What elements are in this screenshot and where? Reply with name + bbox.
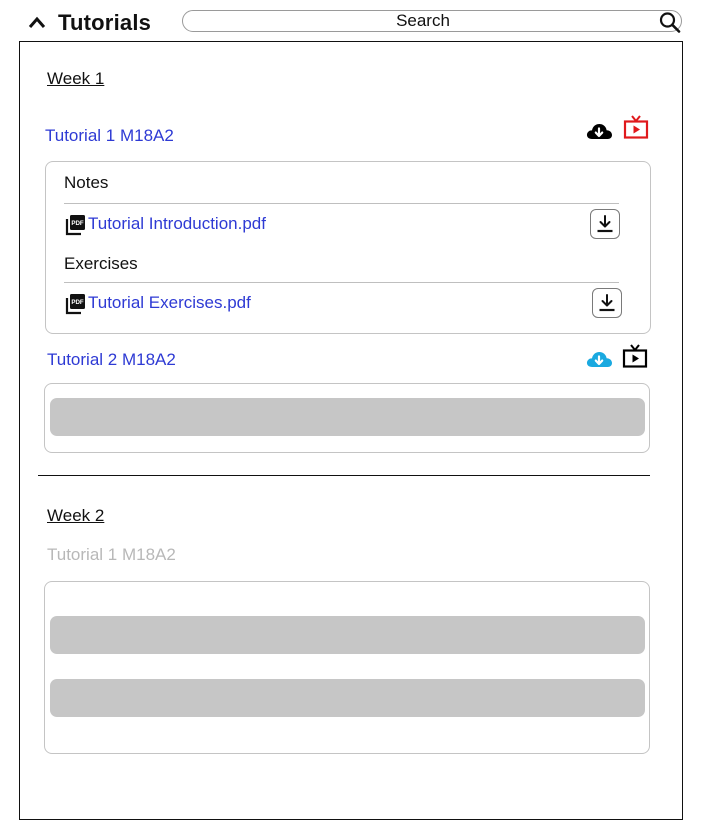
tv-play-icon[interactable]	[622, 343, 648, 369]
search-input[interactable]	[193, 11, 653, 31]
search-icon[interactable]	[659, 11, 681, 33]
chevron-up-icon[interactable]	[28, 15, 46, 29]
loading-placeholder	[50, 398, 645, 436]
week-heading: Week 2	[47, 506, 105, 525]
tutorial-link[interactable]: Tutorial 1 M18A2	[45, 126, 174, 146]
section-divider	[64, 203, 619, 204]
page-title: Tutorials	[58, 10, 152, 35]
loading-placeholder	[50, 616, 645, 654]
download-button[interactable]	[590, 209, 620, 239]
tutorial-link: Tutorial 1 M18A2	[47, 545, 176, 564]
search-bar	[182, 10, 682, 33]
loading-placeholder	[50, 679, 645, 717]
tv-play-icon[interactable]	[623, 114, 649, 140]
file-link[interactable]: Tutorial Introduction.pdf	[88, 214, 266, 234]
file-row: PDF Tutorial Exercises.pdf	[65, 291, 365, 317]
section-label: Notes	[64, 173, 109, 192]
cloud-download-icon[interactable]	[585, 120, 613, 142]
cloud-download-icon[interactable]	[585, 348, 613, 370]
download-icon	[597, 215, 613, 233]
download-button[interactable]	[592, 288, 622, 318]
week-heading: Week 1	[47, 69, 105, 88]
file-link[interactable]: Tutorial Exercises.pdf	[88, 293, 251, 313]
tutorial-link[interactable]: Tutorial 2 M18A2	[47, 350, 176, 370]
svg-text:PDF: PDF	[71, 299, 84, 306]
file-row: PDF Tutorial Introduction.pdf	[65, 212, 365, 238]
week-divider	[38, 475, 650, 476]
pdf-icon: PDF	[65, 294, 85, 315]
download-icon	[599, 294, 615, 312]
pdf-icon: PDF	[65, 215, 85, 236]
tutorial-content-box	[44, 581, 650, 754]
section-divider	[64, 282, 619, 283]
section-label: Exercises	[64, 254, 138, 273]
svg-text:PDF: PDF	[71, 220, 84, 227]
header: Tutorials	[0, 0, 701, 42]
